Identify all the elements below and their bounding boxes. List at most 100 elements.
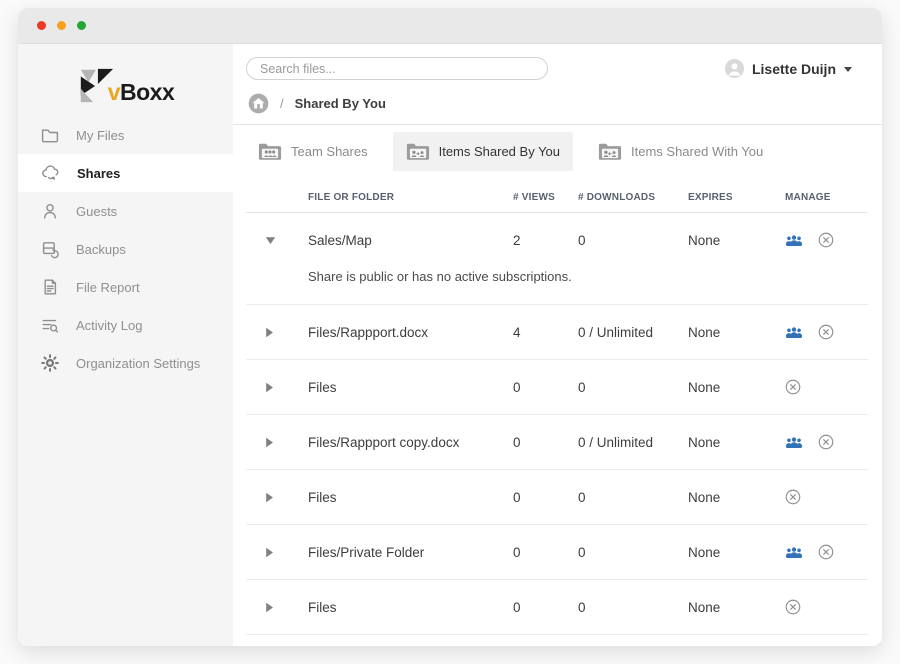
tab-label: Team Shares [291, 144, 368, 159]
shares-icon [40, 163, 61, 183]
downloads-count: 0 / Unlimited [578, 435, 688, 450]
sidebar-item-organization-settings[interactable]: Organization Settings [18, 344, 233, 382]
chevron-down-icon [844, 67, 852, 72]
circle-x-icon [818, 324, 834, 340]
views-count: 0 [513, 380, 578, 395]
minimize-window-button[interactable] [57, 21, 66, 30]
file-name: Files [308, 380, 513, 395]
table-row: Files 0 0 None [246, 470, 868, 525]
file-name: Files [308, 600, 513, 615]
expires-value: None [688, 600, 785, 615]
shares-table: FILE OR FOLDER# VIEWS# DOWNLOADSEXPIRESM… [246, 178, 868, 635]
sidebar-item-activity-log[interactable]: Activity Log [18, 306, 233, 344]
table-row: Files/Rappport.docx 4 0 / Unlimited None [246, 305, 868, 360]
column-header-manage: MANAGE [785, 192, 868, 203]
users-icon [785, 546, 803, 558]
share-note: Share is public or has no active subscri… [246, 267, 868, 304]
activity-log-icon [40, 315, 60, 335]
remove-share-button[interactable] [785, 489, 801, 505]
gear-icon [40, 353, 60, 373]
breadcrumb-current: Shared By You [295, 96, 386, 111]
file-report-icon [40, 277, 60, 297]
views-count: 0 [513, 435, 578, 450]
table-row: Sales/Map 2 0 None Share is public or ha… [246, 213, 868, 305]
circle-x-icon [785, 599, 801, 615]
downloads-count: 0 [578, 380, 688, 395]
remove-share-button[interactable] [818, 544, 834, 560]
share-members-button[interactable] [785, 234, 803, 246]
table-row: Files/Rappport copy.docx 0 0 / Unlimited… [246, 415, 868, 470]
views-count: 4 [513, 325, 578, 340]
sidebar-item-label: My Files [76, 128, 124, 143]
sidebar-item-label: File Report [76, 280, 140, 295]
sidebar-item-file-report[interactable]: File Report [18, 268, 233, 306]
users-icon [785, 326, 803, 338]
share-members-button[interactable] [785, 436, 803, 448]
circle-x-icon [818, 232, 834, 248]
file-name: Files/Rappport.docx [308, 325, 513, 340]
downloads-count: 0 [578, 233, 688, 248]
expires-value: None [688, 545, 785, 560]
collapse-caret-icon[interactable] [265, 236, 276, 245]
table-body: Sales/Map 2 0 None Share is public or ha… [246, 213, 868, 635]
guests-icon [40, 201, 60, 221]
home-icon[interactable] [248, 93, 269, 114]
expires-value: None [688, 435, 785, 450]
share-members-button[interactable] [785, 546, 803, 558]
backups-icon [40, 239, 60, 259]
file-name: Files/Private Folder [308, 545, 513, 560]
sidebar-item-shares[interactable]: Shares [18, 154, 233, 192]
vboxx-logo-text: vBoxx [108, 79, 175, 106]
sidebar: vBoxx My Files Shares Guests Backups Fil… [18, 44, 233, 646]
expand-caret-icon[interactable] [265, 547, 274, 558]
expand-caret-icon[interactable] [265, 602, 274, 613]
search-input[interactable] [246, 57, 548, 80]
sidebar-item-guests[interactable]: Guests [18, 192, 233, 230]
close-window-button[interactable] [37, 21, 46, 30]
expand-caret-icon[interactable] [265, 492, 274, 503]
tab-items-shared-by-you[interactable]: Items Shared By You [393, 132, 573, 171]
sidebar-item-backups[interactable]: Backups [18, 230, 233, 268]
sidebar-menu: My Files Shares Guests Backups File Repo… [18, 116, 233, 382]
expand-caret-icon[interactable] [265, 437, 274, 448]
expires-value: None [688, 490, 785, 505]
folder-icon [40, 125, 60, 145]
user-menu[interactable]: Lisette Duijn [725, 59, 852, 78]
views-count: 2 [513, 233, 578, 248]
breadcrumb-separator: / [280, 96, 284, 111]
maximize-window-button[interactable] [77, 21, 86, 30]
tab-label: Items Shared With You [631, 144, 763, 159]
file-name: Sales/Map [308, 233, 513, 248]
share-members-button[interactable] [785, 326, 803, 338]
remove-share-button[interactable] [785, 599, 801, 615]
tab-items-shared-with-you[interactable]: Items Shared With You [585, 132, 776, 171]
sidebar-item-my-files[interactable]: My Files [18, 116, 233, 154]
table-row: Files/Private Folder 0 0 None [246, 525, 868, 580]
remove-share-button[interactable] [785, 379, 801, 395]
sidebar-item-label: Activity Log [76, 318, 142, 333]
column-header--downloads: # DOWNLOADS [578, 192, 688, 203]
tab-team-shares[interactable]: Team Shares [245, 132, 381, 171]
share-tabs: Team Shares Items Shared By You Items Sh… [233, 125, 882, 178]
downloads-count: 0 [578, 600, 688, 615]
expand-caret-icon[interactable] [265, 327, 274, 338]
circle-x-icon [818, 544, 834, 560]
column-header--views: # VIEWS [513, 192, 578, 203]
users-icon [785, 436, 803, 448]
avatar-icon [725, 59, 744, 78]
folder-team-icon [258, 141, 282, 162]
window-titlebar [18, 8, 882, 44]
remove-share-button[interactable] [818, 324, 834, 340]
remove-share-button[interactable] [818, 434, 834, 450]
expand-caret-icon[interactable] [265, 382, 274, 393]
table-header: FILE OR FOLDER# VIEWS# DOWNLOADSEXPIRESM… [246, 178, 868, 213]
views-count: 0 [513, 545, 578, 560]
column-header-expires: EXPIRES [688, 192, 785, 203]
remove-share-button[interactable] [818, 232, 834, 248]
tab-label: Items Shared By You [439, 144, 560, 159]
expires-value: None [688, 325, 785, 340]
vboxx-logo: vBoxx [18, 44, 233, 116]
views-count: 0 [513, 490, 578, 505]
topbar: Lisette Duijn [233, 44, 882, 80]
file-name: Files/Rappport copy.docx [308, 435, 513, 450]
